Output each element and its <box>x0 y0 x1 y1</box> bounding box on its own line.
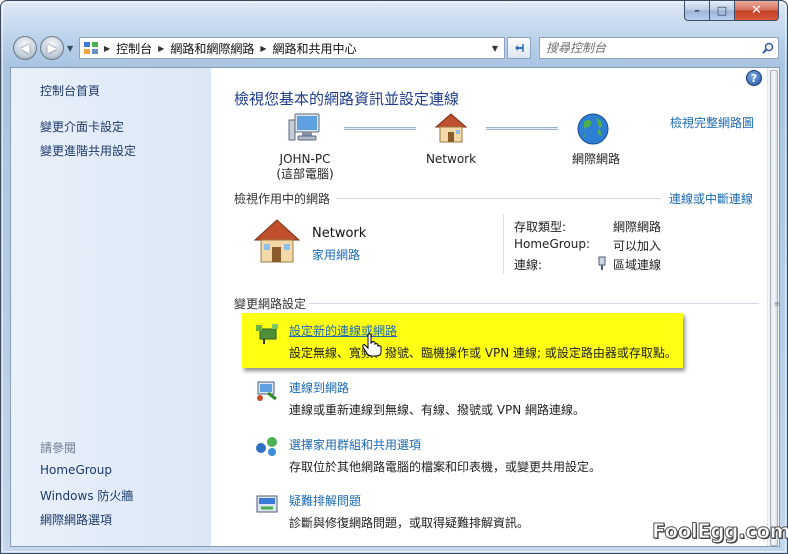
search-icon[interactable] <box>758 42 778 54</box>
sidebar-link-firewall[interactable]: Windows 防火牆 <box>40 487 133 504</box>
house-icon <box>434 113 468 143</box>
task-connect-to-network[interactable]: 連線到網路 <box>289 379 349 396</box>
globe-icon <box>577 113 609 145</box>
breadcrumb-separator[interactable]: ▶ <box>156 44 166 53</box>
see-also-heading: 請參閱 <box>40 441 77 455</box>
search-input[interactable] <box>540 39 758 57</box>
sidebar-link-internet-options[interactable]: 網際網路選項 <box>40 511 112 528</box>
close-button[interactable]: ✕ <box>735 1 779 21</box>
refresh-icon <box>515 44 524 52</box>
vertical-divider <box>503 214 504 274</box>
connection-label: 連線: <box>514 258 543 272</box>
new-connection-icon <box>254 321 280 345</box>
breadcrumb-network-sharing-center[interactable]: 網路和共用中心 <box>269 40 361 57</box>
task-setup-new-connection-desc: 設定無線、寬頻、撥號、臨機操作或 VPN 連線; 或設定路由器或存取點。 <box>289 346 677 360</box>
sidebar-link-advanced-sharing[interactable]: 變更進階共用設定 <box>40 142 136 159</box>
homegroup-join-link[interactable]: 可以加入 <box>613 237 661 254</box>
network-label: Network <box>425 152 477 166</box>
section-divider <box>309 303 759 304</box>
main-content: 檢視您基本的網路資訊並設定連線 檢視完整網路圖 JOHN-PC (這部電腦) N… <box>211 68 769 546</box>
connect-network-icon <box>254 379 280 403</box>
task-troubleshoot-desc: 診斷與修復網路問題，或取得疑難排解資訊。 <box>289 516 530 530</box>
map-network[interactable] <box>431 112 471 148</box>
address-bar[interactable]: ▶ 控制台 ▶ 網路和網際網路 ▶ 網路和共用中心 ▼ <box>79 37 505 59</box>
troubleshoot-icon <box>254 492 280 516</box>
breadcrumb-separator[interactable]: ▶ <box>258 44 268 53</box>
hand-cursor-icon <box>362 333 382 357</box>
task-homegroup-sharing[interactable]: 選擇家用群組和共用選項 <box>289 436 421 453</box>
scrollbar-thumb[interactable]: ≡ <box>770 70 780 546</box>
address-dropdown-icon[interactable]: ▼ <box>486 44 504 53</box>
task-troubleshoot[interactable]: 疑難排解問題 <box>289 492 361 509</box>
sidebar-link-control-panel-home[interactable]: 控制台首頁 <box>40 82 100 99</box>
homegroup-icon <box>254 434 280 458</box>
section-divider <box>336 198 661 199</box>
network-type-link[interactable]: 家用網路 <box>312 246 360 263</box>
task-connect-to-network-desc: 連線或重新連線到無線、有線、撥號或 VPN 網路連線。 <box>289 403 586 417</box>
help-icon[interactable]: ? <box>746 70 762 86</box>
maximize-button[interactable]: □ <box>710 1 735 21</box>
connect-disconnect-link[interactable]: 連線或中斷連線 <box>669 190 753 207</box>
scrollbar-grip-icon: ≡ <box>774 300 780 308</box>
breadcrumb-separator[interactable]: ▶ <box>102 44 112 53</box>
map-connector <box>344 127 416 130</box>
computer-name: JOHN-PC <box>279 152 331 166</box>
forward-arrow-icon: ▶ <box>47 41 57 55</box>
active-network-name: Network <box>312 226 367 241</box>
map-computer[interactable] <box>275 112 335 148</box>
computer-icon <box>288 113 320 141</box>
active-networks-heading: 檢視作用中的網路 <box>234 192 331 206</box>
internet-label: 網際網路 <box>571 152 620 166</box>
view-full-map-link[interactable]: 檢視完整網路圖 <box>670 114 754 131</box>
sidebar-link-homegroup[interactable]: HomeGroup <box>40 463 112 477</box>
sidebar-link-adapter-settings[interactable]: 變更介面卡設定 <box>40 118 124 135</box>
network-house-icon <box>252 218 302 267</box>
task-sidebar: 控制台首頁 變更介面卡設定 變更進階共用設定 請參閱 HomeGroup Win… <box>11 68 211 546</box>
recent-pages-dropdown[interactable]: ▼ <box>67 44 73 53</box>
window-frame: – □ ✕ ◀ ▶ ▼ ▶ 控制台 ▶ 網路和網際網路 ▶ 網路和共用中心 ▼ … <box>0 0 788 554</box>
task-homegroup-sharing-desc: 存取位於其他網路電腦的檔案和印表機，或變更共用設定。 <box>289 460 602 474</box>
access-type-value: 網際網路 <box>613 220 662 234</box>
client-area: 控制台首頁 變更介面卡設定 變更進階共用設定 請參閱 HomeGroup Win… <box>10 67 780 547</box>
homegroup-label: HomeGroup: <box>514 237 591 251</box>
vertical-scrollbar[interactable]: ≡ <box>767 68 779 546</box>
page-title: 檢視您基本的網路資訊並設定連線 <box>234 90 460 108</box>
computer-sublabel: (這部電腦) <box>276 167 334 181</box>
refresh-button[interactable] <box>507 37 531 59</box>
breadcrumb-control-panel[interactable]: 控制台 <box>112 40 156 57</box>
watermark: FoolEgg.com <box>651 519 788 544</box>
control-panel-icon <box>80 38 102 58</box>
back-button[interactable]: ◀ <box>13 36 37 60</box>
lan-connection-link[interactable]: 區域連線 <box>613 256 661 273</box>
access-type-label: 存取類型: <box>514 220 567 234</box>
search-box[interactable] <box>539 37 779 59</box>
forward-button[interactable]: ▶ <box>40 36 64 60</box>
map-connector <box>486 127 558 130</box>
breadcrumb-network-internet[interactable]: 網路和網際網路 <box>166 40 258 57</box>
back-arrow-icon: ◀ <box>20 41 30 55</box>
lan-connection-icon <box>597 256 607 273</box>
caption-buttons: – □ ✕ <box>684 1 779 21</box>
change-settings-heading: 變更網路設定 <box>234 297 307 311</box>
minimize-button[interactable]: – <box>684 1 710 21</box>
map-internet[interactable] <box>575 112 611 150</box>
